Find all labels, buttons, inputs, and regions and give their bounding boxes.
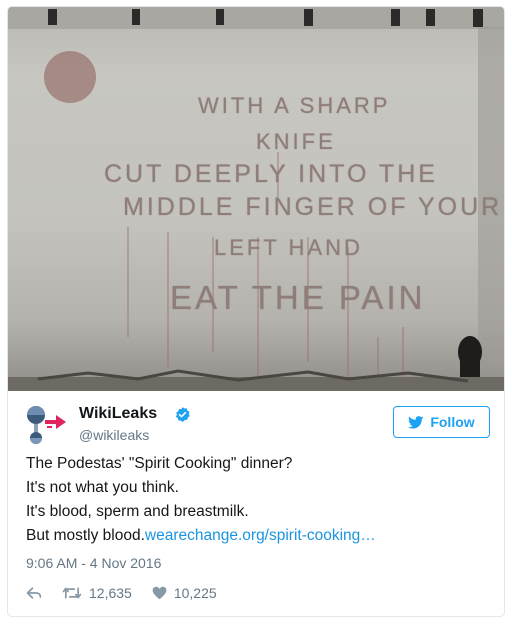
tweet-link[interactable]: wearechange.org/spirit-cooking… — [145, 527, 376, 544]
tweet-timestamp[interactable]: 9:06 AM - 4 Nov 2016 — [26, 555, 161, 571]
retweet-button[interactable]: 12,635 — [62, 585, 132, 601]
wall-text-line-4: MIDDLE FINGER OF YOUR — [123, 193, 503, 221]
wall-text-line-1: WITH A SHARP — [198, 93, 391, 118]
tweet-text-line-3: It's blood, sperm and breastmilk. — [26, 503, 249, 520]
twitter-bird-icon — [408, 415, 424, 429]
follow-label: Follow — [430, 414, 475, 430]
like-button[interactable]: 10,225 — [152, 585, 217, 601]
account-name[interactable]: WikiLeaks — [79, 405, 157, 423]
reply-button[interactable] — [26, 586, 42, 600]
like-count: 10,225 — [173, 585, 217, 601]
wall-text-line-6: EAT THE PAIN — [170, 279, 426, 316]
tweet-actions: 12,635 10,225 — [26, 584, 237, 602]
heart-icon — [152, 586, 167, 600]
wikileaks-logo-icon — [24, 403, 70, 445]
reply-icon — [26, 587, 42, 599]
wall-text-line-5: LEFT HAND — [214, 235, 363, 260]
wall-text-line-2: KNIFE — [256, 129, 336, 154]
tweet-text-line-4: But mostly blood.wearechange.org/spirit-… — [26, 524, 486, 548]
tweet-header: WikiLeaks @wikileaks Follow — [8, 391, 504, 455]
avatar[interactable] — [24, 403, 70, 445]
verified-badge-icon — [175, 407, 190, 422]
follow-button[interactable]: Follow — [393, 406, 490, 438]
account-handle[interactable]: @wikileaks — [79, 427, 149, 443]
tweet-text: The Podestas' "Spirit Cooking" dinner? I… — [26, 452, 486, 548]
tweet-text-line-4-prefix: But mostly blood. — [26, 527, 145, 544]
tweet-text-line-2: It's not what you think. — [26, 479, 179, 496]
wall-text-line-3: CUT DEEPLY INTO THE — [104, 160, 438, 188]
retweet-count: 12,635 — [89, 585, 132, 601]
tweet-text-line-1: The Podestas' "Spirit Cooking" dinner? — [26, 455, 293, 472]
tweet-media-image[interactable]: WITH A SHARP KNIFE CUT DEEPLY INTO THE M… — [8, 7, 504, 391]
retweet-icon — [62, 587, 82, 599]
